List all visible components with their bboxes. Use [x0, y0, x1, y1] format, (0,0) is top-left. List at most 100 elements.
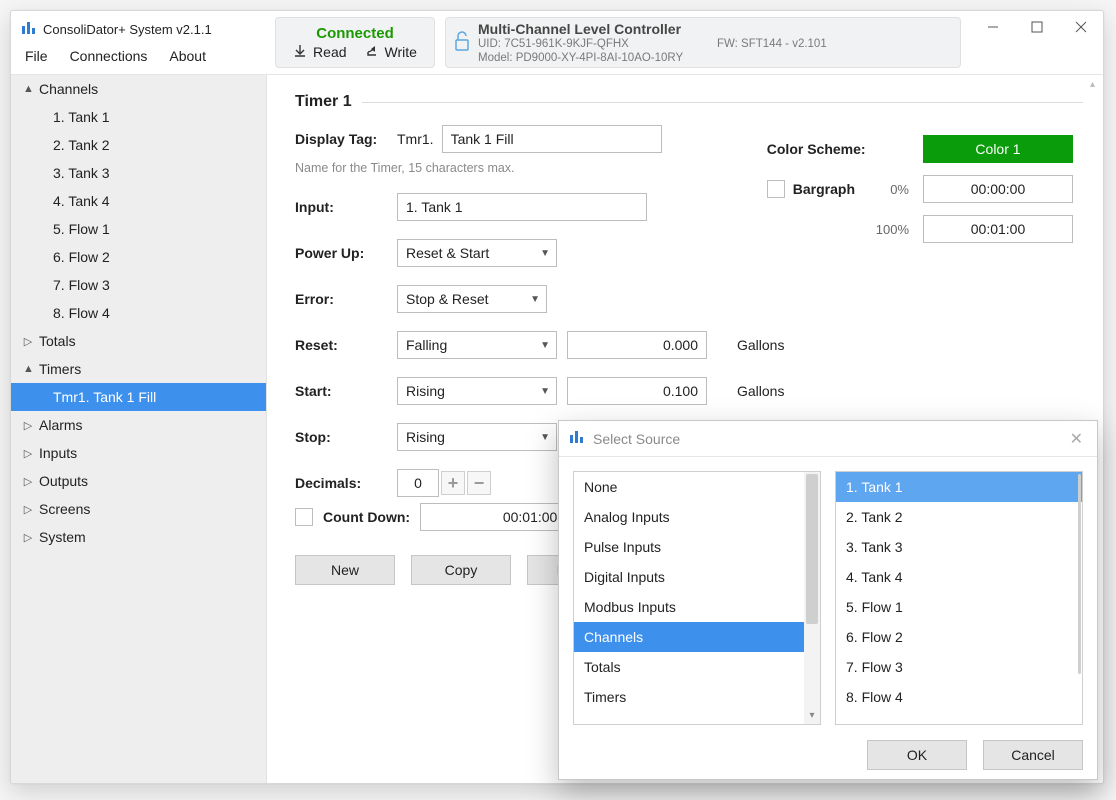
countdown-checkbox[interactable]	[295, 508, 313, 526]
heading-divider	[362, 102, 1083, 103]
tree-channel-item[interactable]: 6. Flow 2	[11, 243, 266, 271]
dialog-close-button[interactable]: ✕	[1066, 425, 1087, 453]
decimals-plus-button[interactable]: +	[441, 471, 465, 495]
bargraph-0pct-label: 0%	[869, 182, 909, 197]
tree-outputs[interactable]: ▷Outputs	[11, 467, 266, 495]
menu-about[interactable]: About	[169, 48, 206, 64]
tree-screens[interactable]: ▷Screens	[11, 495, 266, 523]
connection-status: Connected	[316, 25, 394, 42]
read-button[interactable]: Read	[293, 44, 346, 61]
tree-channel-item[interactable]: 2. Tank 2	[11, 131, 266, 159]
list-item[interactable]: Pulse Inputs	[574, 532, 820, 562]
unlock-icon	[454, 20, 472, 57]
source-item-list[interactable]: 1. Tank 1 2. Tank 2 3. Tank 3 4. Tank 4 …	[835, 471, 1083, 725]
list-item[interactable]: 2. Tank 2	[836, 502, 1082, 532]
device-fw: FW: SFT144 - v2.101	[717, 38, 950, 50]
maximize-button[interactable]	[1015, 13, 1059, 41]
menu-connections[interactable]: Connections	[70, 48, 148, 64]
error-combo[interactable]: Stop & Reset▼	[397, 285, 547, 313]
color-scheme-button[interactable]: Color 1	[923, 135, 1073, 163]
chevron-down-icon: ▼	[540, 386, 550, 397]
tree-channel-item[interactable]: 1. Tank 1	[11, 103, 266, 131]
dialog-title: Select Source	[593, 431, 680, 447]
menu-bar: File Connections About	[21, 44, 259, 70]
tree-channels[interactable]: ▲Channels	[11, 75, 266, 103]
list-item-selected[interactable]: Channels	[574, 622, 820, 652]
tree-channel-item[interactable]: 4. Tank 4	[11, 187, 266, 215]
section-heading: Timer 1	[295, 93, 352, 111]
tree-channel-item[interactable]: 3. Tank 3	[11, 159, 266, 187]
chevron-down-icon: ▼	[540, 248, 550, 259]
reset-unit: Gallons	[737, 337, 817, 353]
list-item-selected[interactable]: 1. Tank 1	[836, 472, 1082, 502]
list-item[interactable]: Analog Inputs	[574, 502, 820, 532]
bargraph-100-time[interactable]: 00:01:00	[923, 215, 1073, 243]
list-item[interactable]: Timers	[574, 682, 820, 712]
dialog-logo-icon	[569, 429, 585, 448]
tree-totals[interactable]: ▷Totals	[11, 327, 266, 355]
decimals-label: Decimals:	[295, 475, 387, 491]
display-tag-label: Display Tag:	[295, 131, 387, 147]
titlebar: ConsoliDator+ System v2.1.1 File Connect…	[11, 11, 1103, 75]
list-item[interactable]: 4. Tank 4	[836, 562, 1082, 592]
copy-button[interactable]: Copy	[411, 555, 511, 585]
tree-alarms[interactable]: ▷Alarms	[11, 411, 266, 439]
tree-channel-item[interactable]: 5. Flow 1	[11, 215, 266, 243]
chevron-down-icon: ▼	[530, 294, 540, 305]
list-item[interactable]: 5. Flow 1	[836, 592, 1082, 622]
list-item[interactable]: Digital Inputs	[574, 562, 820, 592]
source-category-list[interactable]: None Analog Inputs Pulse Inputs Digital …	[573, 471, 821, 725]
tree-channels-label: Channels	[39, 81, 98, 97]
menu-file[interactable]: File	[25, 48, 48, 64]
countdown-label: Count Down:	[323, 509, 410, 525]
input-label: Input:	[295, 199, 387, 215]
tree-timer-item-selected[interactable]: Tmr1. Tank 1 Fill	[11, 383, 266, 411]
scroll-up-icon[interactable]: ▴	[1090, 79, 1095, 90]
device-model: Model: PD9000-XY-4PI-8AI-10AO-10RY	[478, 52, 950, 64]
input-source-field[interactable]	[397, 193, 647, 221]
powerup-label: Power Up:	[295, 245, 387, 261]
tree-channel-item[interactable]: 8. Flow 4	[11, 299, 266, 327]
bargraph-0-time[interactable]: 00:00:00	[923, 175, 1073, 203]
app-logo-icon	[21, 20, 37, 39]
scrollbar-thumb[interactable]	[806, 474, 818, 624]
tag-prefix: Tmr1.	[397, 131, 438, 147]
reset-label: Reset:	[295, 337, 387, 353]
read-label: Read	[313, 44, 346, 60]
dialog-ok-button[interactable]: OK	[867, 740, 967, 770]
tree-timers[interactable]: ▲Timers	[11, 355, 266, 383]
nav-tree[interactable]: ▲Channels 1. Tank 1 2. Tank 2 3. Tank 3 …	[11, 75, 267, 783]
start-value-input[interactable]	[567, 377, 707, 405]
start-unit: Gallons	[737, 383, 817, 399]
dialog-cancel-button[interactable]: Cancel	[983, 740, 1083, 770]
scrollbar-down-icon[interactable]: ▾	[806, 708, 818, 722]
list-item[interactable]: 3. Tank 3	[836, 532, 1082, 562]
list-item[interactable]: 7. Flow 3	[836, 652, 1082, 682]
list-item[interactable]: None	[574, 472, 820, 502]
reset-mode-combo[interactable]: Falling▼	[397, 331, 557, 359]
tree-channel-item[interactable]: 7. Flow 3	[11, 271, 266, 299]
display-tag-input[interactable]	[442, 125, 662, 153]
list-item[interactable]: 8. Flow 4	[836, 682, 1082, 712]
tree-system[interactable]: ▷System	[11, 523, 266, 551]
minimize-button[interactable]	[971, 13, 1015, 41]
stop-mode-combo[interactable]: Rising▼	[397, 423, 557, 451]
list-item[interactable]: Modbus Inputs	[574, 592, 820, 622]
download-icon	[293, 44, 307, 61]
error-label: Error:	[295, 291, 387, 307]
close-button[interactable]	[1059, 13, 1103, 41]
scrollbar-thumb[interactable]	[1078, 474, 1081, 674]
write-button[interactable]: Write	[365, 44, 417, 61]
decimals-value[interactable]	[397, 469, 439, 497]
scrollbar[interactable]: ▾	[804, 472, 820, 724]
powerup-combo[interactable]: Reset & Start▼	[397, 239, 557, 267]
chevron-down-icon: ▼	[540, 432, 550, 443]
new-button[interactable]: New	[295, 555, 395, 585]
bargraph-checkbox[interactable]	[767, 180, 785, 198]
tree-inputs[interactable]: ▷Inputs	[11, 439, 266, 467]
start-mode-combo[interactable]: Rising▼	[397, 377, 557, 405]
decimals-minus-button[interactable]: −	[467, 471, 491, 495]
list-item[interactable]: Totals	[574, 652, 820, 682]
reset-value-input[interactable]	[567, 331, 707, 359]
list-item[interactable]: 6. Flow 2	[836, 622, 1082, 652]
